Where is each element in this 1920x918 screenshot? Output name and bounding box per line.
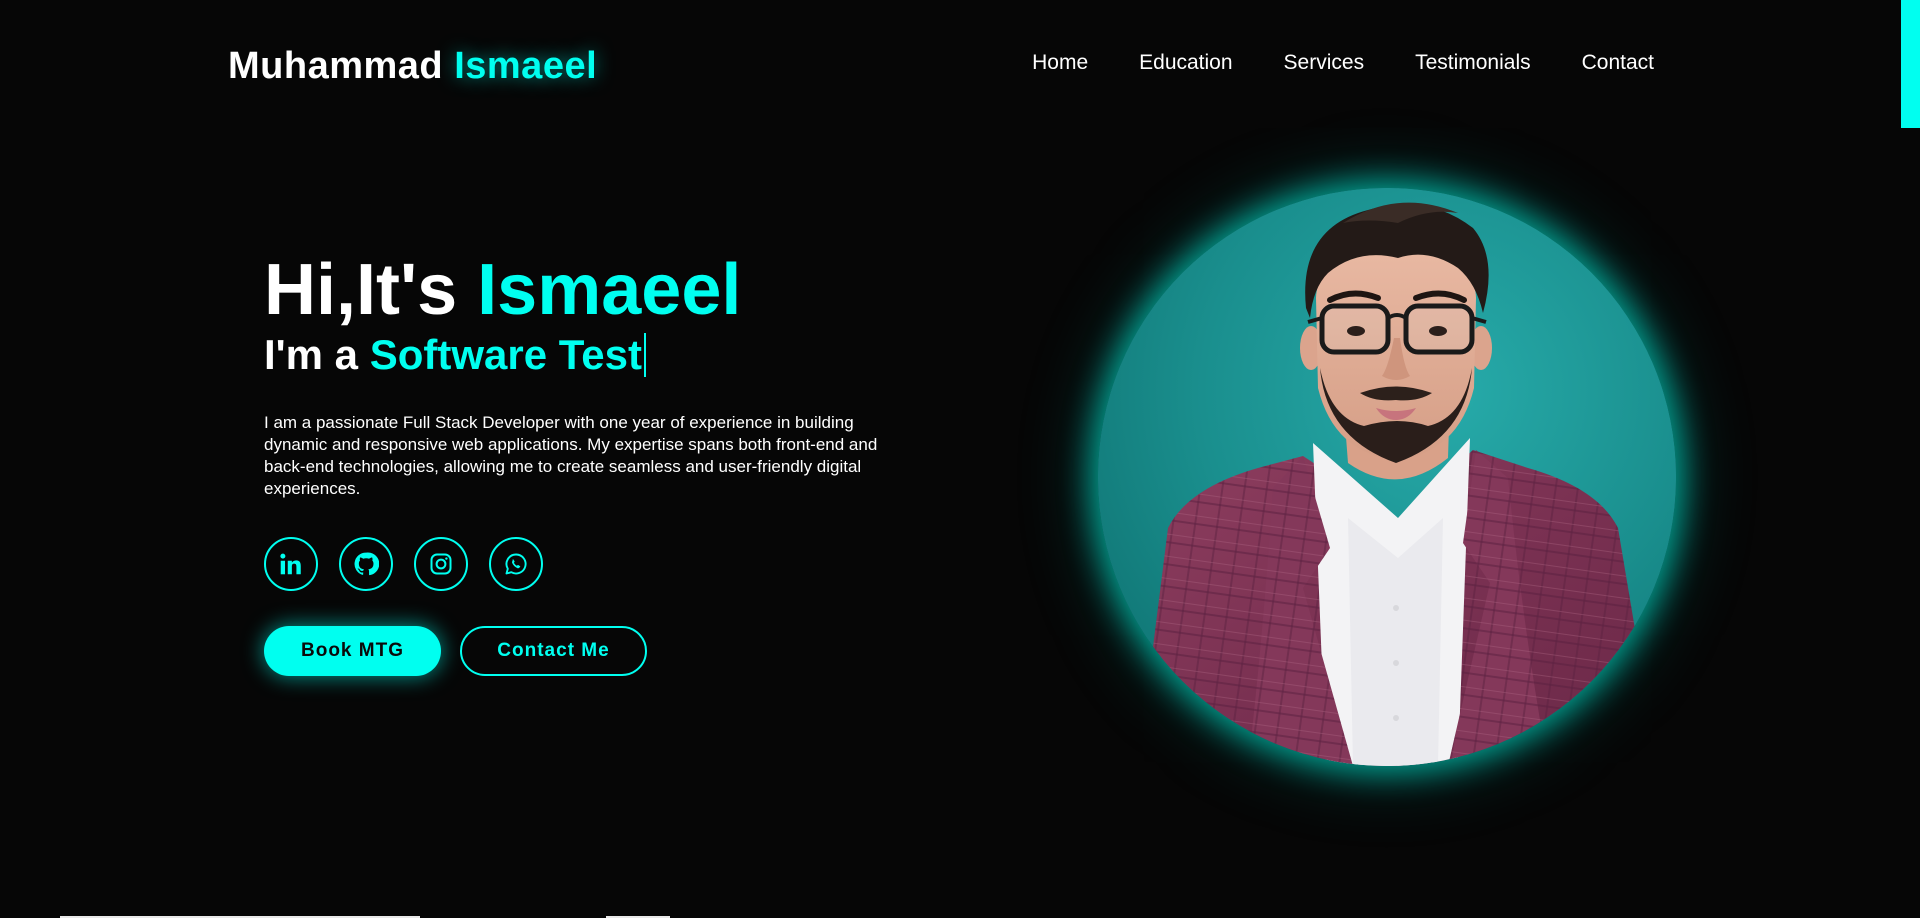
main-nav: Home Education Services Testimonials Con… bbox=[1032, 50, 1654, 76]
hero-description: I am a passionate Full Stack Developer w… bbox=[264, 413, 878, 498]
nav-education[interactable]: Education bbox=[1139, 50, 1232, 76]
nav-testimonials[interactable]: Testimonials bbox=[1415, 50, 1531, 76]
typing-cursor bbox=[644, 333, 646, 377]
hero-section: Hi,It's Ismaeel I'm a Software Test I am… bbox=[264, 248, 904, 676]
linkedin-link[interactable] bbox=[264, 537, 318, 591]
hero-heading: Hi,It's Ismaeel bbox=[264, 248, 904, 332]
scroll-progress-indicator[interactable] bbox=[1901, 0, 1920, 128]
nav-home[interactable]: Home bbox=[1032, 50, 1088, 76]
social-links bbox=[264, 537, 904, 591]
nav-services[interactable]: Services bbox=[1284, 50, 1365, 76]
site-header: Muhammad Ismaeel Home Education Services… bbox=[0, 0, 1900, 130]
github-icon bbox=[354, 552, 379, 576]
whatsapp-link[interactable] bbox=[489, 537, 543, 591]
whatsapp-icon bbox=[505, 553, 527, 575]
contact-me-button[interactable]: Contact Me bbox=[460, 626, 647, 676]
page: Muhammad Ismaeel Home Education Services… bbox=[0, 0, 1920, 918]
logo-first-name: Muhammad bbox=[228, 45, 444, 87]
profile-photo bbox=[1098, 188, 1676, 766]
hero-actions: Book MTG Contact Me bbox=[264, 626, 904, 676]
github-link[interactable] bbox=[339, 537, 393, 591]
book-meeting-button[interactable]: Book MTG bbox=[264, 626, 441, 676]
hero-greeting: Hi,It's bbox=[264, 250, 458, 330]
logo-last-name: Ismaeel bbox=[454, 45, 598, 87]
nav-contact[interactable]: Contact bbox=[1582, 50, 1654, 76]
hero-role: I'm a Software Test bbox=[264, 328, 904, 382]
logo[interactable]: Muhammad Ismaeel bbox=[228, 44, 597, 88]
instagram-icon bbox=[430, 553, 452, 575]
portrait-illustration bbox=[1098, 188, 1676, 766]
instagram-link[interactable] bbox=[414, 537, 468, 591]
hero-name: Ismaeel bbox=[477, 250, 742, 330]
role-typed-text: Software Test bbox=[369, 331, 642, 378]
linkedin-icon bbox=[280, 553, 301, 575]
role-prefix: I'm a bbox=[264, 331, 359, 378]
